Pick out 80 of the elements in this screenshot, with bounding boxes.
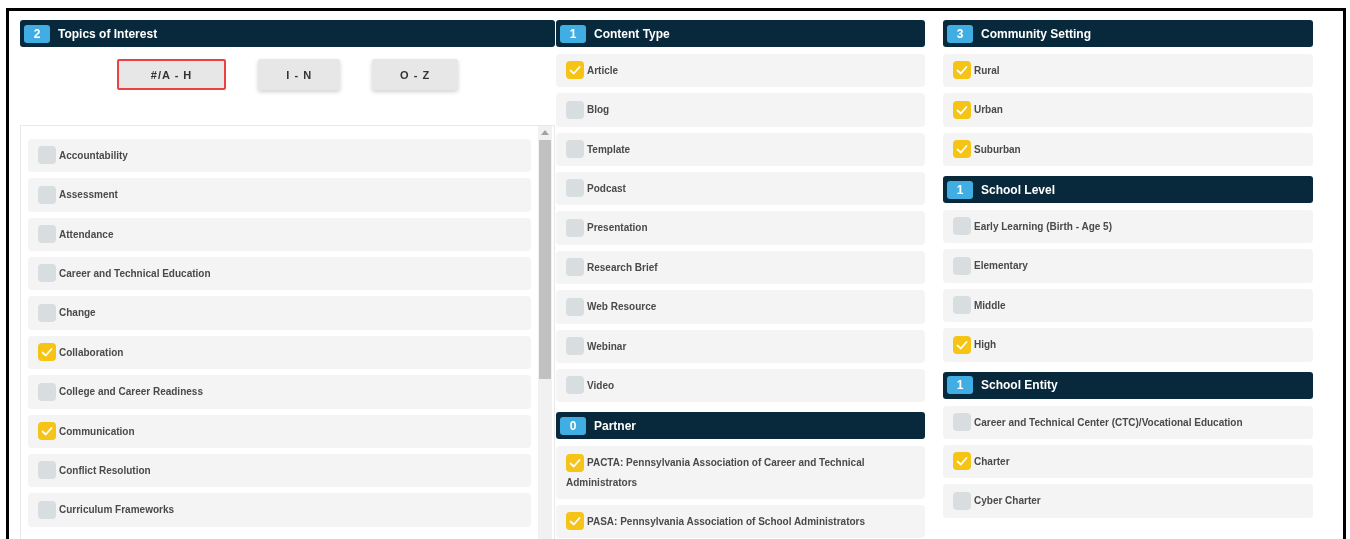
letter-tab[interactable]: I - N	[258, 59, 341, 90]
filter-option[interactable]: Web Resource	[556, 290, 925, 324]
filter-option[interactable]: Rural	[943, 54, 1313, 88]
checkbox[interactable]	[38, 146, 56, 165]
count-badge: 1	[947, 180, 973, 199]
filter-option[interactable]: Conflict Resolution	[28, 453, 531, 488]
checkbox[interactable]	[566, 511, 584, 530]
checkbox[interactable]	[38, 303, 56, 322]
section-title: School Level	[981, 182, 1056, 197]
filter-option[interactable]: Cyber Charter	[943, 484, 1313, 518]
filter-option[interactable]: Communication	[28, 414, 531, 448]
checkbox[interactable]	[566, 453, 584, 472]
count-badge: 2	[24, 24, 50, 43]
filter-option[interactable]: Charter	[943, 444, 1313, 479]
filter-option[interactable]: Career and Technical Center (CTC)/Vocational Education	[943, 405, 1313, 439]
filter-option[interactable]: Research Brief	[556, 250, 925, 285]
checkbox[interactable]	[566, 336, 584, 355]
checkbox[interactable]	[566, 258, 584, 277]
filter-option[interactable]: Early Learning (Birth - Age 5)	[943, 210, 1313, 244]
count-badge: 3	[947, 24, 973, 43]
count-badge: 1	[947, 376, 973, 394]
checkbox[interactable]	[953, 335, 971, 354]
checkbox[interactable]	[38, 421, 56, 440]
section-title: Partner	[594, 418, 637, 433]
filter-option[interactable]: Template	[556, 132, 925, 167]
scroll-up-icon[interactable]	[541, 130, 549, 135]
filter-option[interactable]: Video	[556, 368, 925, 403]
checkbox[interactable]	[953, 256, 971, 275]
filter-option[interactable]: PASA: Pennsylvania Association of School Administrators	[556, 504, 925, 538]
checkbox[interactable]	[566, 179, 584, 198]
filter-option[interactable]: Presentation	[556, 211, 925, 245]
checkbox[interactable]	[953, 491, 971, 510]
count-badge: 1	[560, 24, 586, 43]
filter-option[interactable]: Webinar	[556, 329, 925, 363]
checkbox[interactable]	[953, 61, 971, 80]
filter-option[interactable]: Blog	[556, 93, 925, 127]
checkbox[interactable]	[566, 100, 584, 119]
section-title: Topics of Interest	[58, 26, 158, 41]
checkbox[interactable]	[38, 382, 56, 401]
scroll-thumb[interactable]	[539, 140, 551, 379]
filter-option[interactable]: Elementary	[943, 249, 1313, 283]
section-title: Content Type	[594, 26, 670, 41]
checkbox[interactable]	[566, 376, 584, 395]
checkbox[interactable]	[38, 225, 56, 244]
scrollbar[interactable]	[538, 126, 552, 539]
checkbox[interactable]	[953, 140, 971, 159]
filter-option[interactable]: Collaboration	[28, 335, 531, 370]
checkbox[interactable]	[566, 297, 584, 316]
filter-option[interactable]: High	[943, 328, 1313, 362]
checkbox[interactable]	[953, 217, 971, 236]
checkbox[interactable]	[38, 264, 56, 283]
filter-option[interactable]: Curriculum Frameworks	[28, 493, 531, 527]
checkbox[interactable]	[38, 185, 56, 204]
checkbox[interactable]	[566, 218, 584, 237]
filter-option[interactable]: College and Career Readiness	[28, 375, 531, 409]
count-badge: 0	[560, 416, 586, 435]
section-title: Community Setting	[981, 26, 1091, 41]
checkbox[interactable]	[38, 461, 56, 480]
filter-option[interactable]: Article	[556, 54, 925, 88]
filter-option[interactable]: PACTA: Pennsylvania Association of Career and Technical Administrators	[556, 446, 925, 499]
filter-option[interactable]: Middle	[943, 288, 1313, 323]
letter-tab[interactable]: #/A - H	[116, 59, 227, 90]
filter-option[interactable]: Attendance	[28, 217, 531, 252]
letter-tab[interactable]: O - Z	[372, 59, 459, 90]
filter-option[interactable]: Podcast	[556, 172, 925, 206]
filter-option[interactable]: Urban	[943, 93, 1313, 127]
filter-option[interactable]: Change	[28, 296, 531, 330]
checkbox[interactable]	[953, 100, 971, 119]
checkbox[interactable]	[953, 412, 971, 431]
checkbox[interactable]	[566, 61, 584, 80]
section-title: School Entity	[981, 378, 1058, 392]
checkbox[interactable]	[566, 140, 584, 159]
filter-option[interactable]: Accountability	[28, 139, 531, 173]
checkbox[interactable]	[38, 500, 56, 519]
filter-option[interactable]: Assessment	[28, 178, 531, 212]
checkbox[interactable]	[953, 452, 971, 471]
checkbox[interactable]	[38, 343, 56, 362]
filter-option[interactable]: Suburban	[943, 132, 1313, 167]
checkbox[interactable]	[953, 296, 971, 315]
filter-option[interactable]: Career and Technical Education	[28, 257, 531, 291]
